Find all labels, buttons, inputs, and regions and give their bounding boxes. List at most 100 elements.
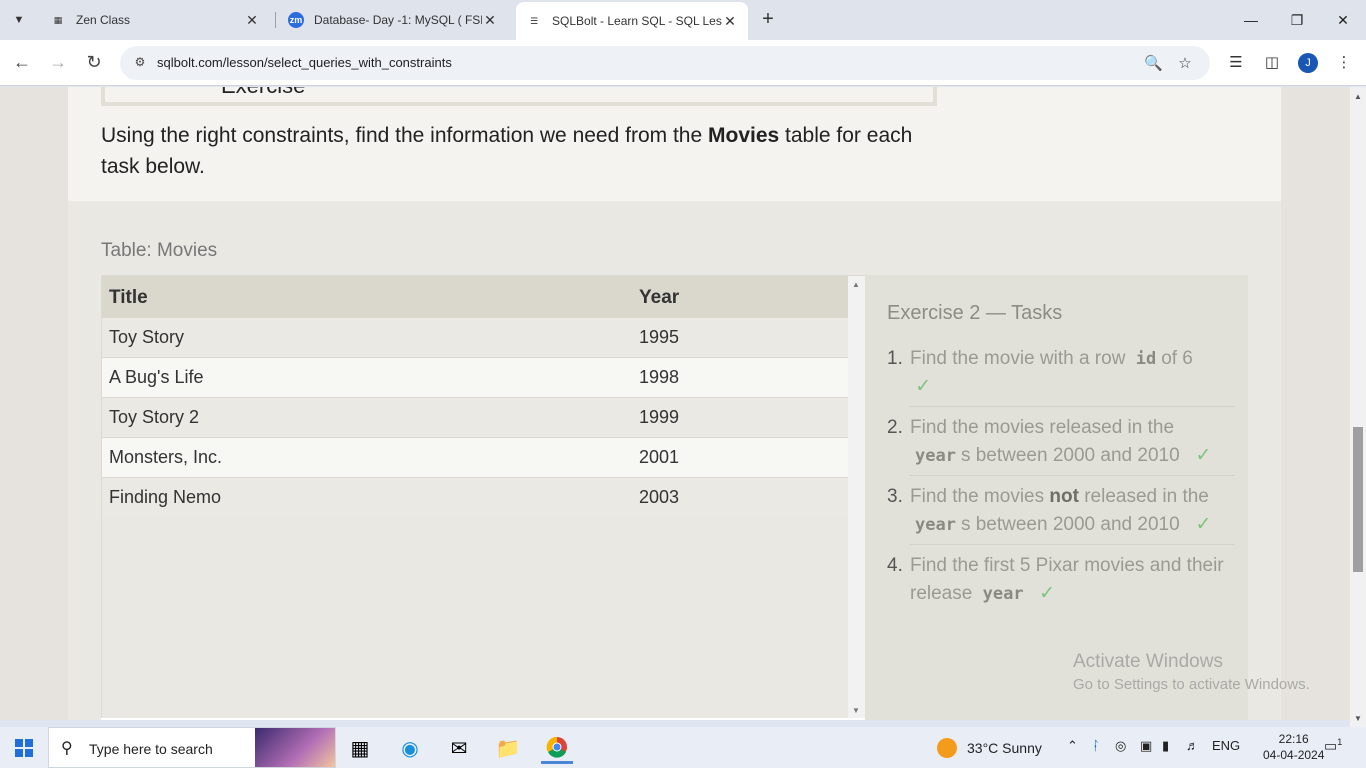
scroll-down-icon[interactable]: ▼ bbox=[852, 706, 860, 715]
check-icon: ✓ bbox=[1195, 445, 1212, 466]
clock-time: 22:16 bbox=[1278, 732, 1309, 746]
start-button[interactable] bbox=[0, 727, 48, 768]
tab-separator bbox=[275, 12, 276, 28]
search-placeholder: Type here to search bbox=[89, 741, 213, 757]
tab-search-button[interactable]: ▼ bbox=[6, 7, 32, 33]
task-code: id bbox=[1135, 349, 1157, 369]
menu-icon[interactable]: ⋮ bbox=[1333, 52, 1355, 74]
tab-title: SQLBolt - Learn SQL - SQL Less bbox=[552, 14, 722, 28]
cell-title: Toy Story 2 bbox=[109, 407, 200, 427]
table-row: A Bug's Life 1998 bbox=[102, 358, 848, 398]
back-button[interactable]: ← bbox=[11, 52, 33, 74]
scroll-down-icon[interactable]: ▼ bbox=[1354, 714, 1362, 723]
task-item-3: 3. Find the movies not released in the y… bbox=[887, 483, 1235, 543]
task-code: year bbox=[982, 584, 1024, 604]
zoom-icon[interactable]: 🔍 bbox=[1144, 54, 1163, 72]
scroll-up-icon[interactable]: ▲ bbox=[852, 280, 860, 289]
battery-icon[interactable]: ▮ bbox=[1162, 738, 1169, 754]
task-text-mid: released in the bbox=[1084, 486, 1209, 507]
task-item-1: 1. Find the movie with a row id of 6 ✓ bbox=[887, 345, 1235, 405]
new-tab-button[interactable]: + bbox=[757, 9, 779, 31]
weather-text: 33°C Sunny bbox=[967, 740, 1042, 756]
cell-year: 2001 bbox=[639, 447, 680, 467]
cell-year: 1998 bbox=[639, 367, 680, 387]
avatar[interactable]: J bbox=[1298, 53, 1318, 73]
task-text-pre: Find the movies bbox=[910, 486, 1045, 507]
volume-icon[interactable]: ♬ bbox=[1186, 738, 1199, 753]
system-clock[interactable]: 22:16 04-04-2024 bbox=[1263, 731, 1324, 763]
activation-watermark-title: Activate Windows bbox=[1073, 651, 1223, 672]
windows-taskbar: ⚲ Type here to search ▦ ◉ ✉ 📁 33°C Sunny… bbox=[0, 727, 1366, 768]
intro-text: Using the right constraints, find the in… bbox=[101, 124, 703, 147]
bluetooth-icon[interactable]: ᛛ bbox=[1092, 738, 1100, 753]
close-icon[interactable]: ✕ bbox=[482, 12, 498, 29]
cell-year: 1995 bbox=[639, 327, 680, 347]
table-header: Title Year bbox=[102, 276, 848, 318]
chrome-logo bbox=[546, 736, 567, 758]
site-info-icon[interactable]: ⚙ bbox=[132, 55, 148, 71]
exercise-heading: Exercise bbox=[221, 87, 305, 99]
edge-icon[interactable]: ◉ bbox=[394, 732, 426, 764]
table-scrollbar[interactable]: ▲ ▼ bbox=[848, 276, 865, 719]
browser-toolbar: ← → ↻ ⚙ sqlbolt.com/lesson/select_querie… bbox=[0, 40, 1366, 86]
chevron-up-icon[interactable]: ⌃ bbox=[1067, 738, 1078, 754]
search-icon: ⚲ bbox=[61, 740, 73, 757]
table-row: Toy Story 2 1999 bbox=[102, 398, 848, 438]
forward-button[interactable]: → bbox=[47, 52, 69, 74]
tab-sqlbolt[interactable]: ☰ SQLBolt - Learn SQL - SQL Less ✕ bbox=[516, 2, 748, 40]
bookmark-star-icon[interactable]: ☆ bbox=[1176, 54, 1194, 72]
file-explorer-icon[interactable]: 📁 bbox=[492, 732, 524, 764]
zen-class-icon: ▦ bbox=[53, 14, 63, 25]
restore-button[interactable]: ❐ bbox=[1274, 0, 1320, 40]
task-text-post: of 6 bbox=[1161, 348, 1193, 369]
divider bbox=[909, 544, 1235, 545]
divider bbox=[909, 475, 1235, 476]
movies-table: Title Year Toy Story 1995 A Bug's Life 1… bbox=[101, 275, 865, 720]
task-text-post: s between 2000 and 2010 bbox=[960, 514, 1180, 535]
cell-year: 2003 bbox=[639, 487, 680, 507]
address-bar[interactable]: ⚙ sqlbolt.com/lesson/select_queries_with… bbox=[120, 46, 1210, 80]
chrome-icon[interactable] bbox=[541, 732, 573, 764]
tab-title: Database- Day -1: MySQL ( FSD bbox=[314, 13, 482, 27]
table-row: Monsters, Inc. 2001 bbox=[102, 438, 848, 478]
tab-strip: ▼ ▦ Zen Class ✕ zm Database- Day -1: MyS… bbox=[0, 0, 1366, 40]
task-number: 1. bbox=[887, 348, 903, 369]
task-number: 2. bbox=[887, 417, 903, 438]
network-icon[interactable]: ◎ bbox=[1115, 738, 1126, 754]
task-number: 3. bbox=[887, 486, 903, 507]
tab-database-day1[interactable]: zm Database- Day -1: MySQL ( FSD ✕ bbox=[278, 6, 508, 34]
table-caption: Table: Movies bbox=[101, 240, 218, 261]
weather-widget[interactable]: 33°C Sunny bbox=[937, 738, 1042, 758]
tab-title: Zen Class bbox=[76, 13, 131, 27]
cell-title: A Bug's Life bbox=[109, 367, 204, 387]
side-panel-icon[interactable]: ◫ bbox=[1261, 52, 1283, 74]
task-text: Find the movie with a row id of 6 ✓ bbox=[910, 345, 1235, 401]
task-text: Find the movies released in the year s be… bbox=[910, 414, 1235, 470]
language-indicator[interactable]: ENG bbox=[1212, 738, 1240, 753]
page-scrollbar[interactable]: ▲ ▼ bbox=[1350, 87, 1366, 727]
minimize-button[interactable]: — bbox=[1228, 0, 1274, 40]
tasks-title: Exercise 2 — Tasks bbox=[887, 302, 1063, 324]
taskbar-search[interactable]: ⚲ Type here to search bbox=[48, 727, 336, 768]
meet-icon[interactable]: ▣ bbox=[1140, 738, 1152, 754]
task-text-pre: Find the movies released in the bbox=[910, 417, 1175, 438]
close-icon[interactable]: ✕ bbox=[244, 12, 260, 29]
reload-button[interactable]: ↻ bbox=[83, 52, 105, 74]
mail-icon[interactable]: ✉ bbox=[443, 732, 475, 764]
chevron-down-icon: ▼ bbox=[13, 14, 25, 26]
close-window-button[interactable]: ✕ bbox=[1320, 0, 1366, 40]
task-view-icon[interactable]: ▦ bbox=[344, 732, 376, 764]
notification-icon[interactable]: ▭1 bbox=[1324, 737, 1346, 757]
url-text[interactable]: sqlbolt.com/lesson/select_queries_with_c… bbox=[157, 55, 452, 70]
exercise-intro: Using the right constraints, find the in… bbox=[101, 120, 921, 182]
task-item-2: 2. Find the movies released in the year s… bbox=[887, 414, 1235, 474]
check-icon: ✓ bbox=[1039, 583, 1056, 604]
scrollbar-thumb[interactable] bbox=[1353, 427, 1363, 572]
database-icon: ☰ bbox=[529, 15, 539, 26]
scroll-up-icon[interactable]: ▲ bbox=[1354, 92, 1362, 101]
tab-zen-class[interactable]: ▦ Zen Class ✕ bbox=[40, 6, 270, 34]
close-icon[interactable]: ✕ bbox=[722, 13, 738, 30]
task-text-pre: Find the movie with a row bbox=[910, 348, 1126, 369]
media-control-icon[interactable]: ☰ bbox=[1225, 52, 1247, 74]
task-item-4: 4. Find the first 5 Pixar movies and the… bbox=[887, 552, 1235, 612]
